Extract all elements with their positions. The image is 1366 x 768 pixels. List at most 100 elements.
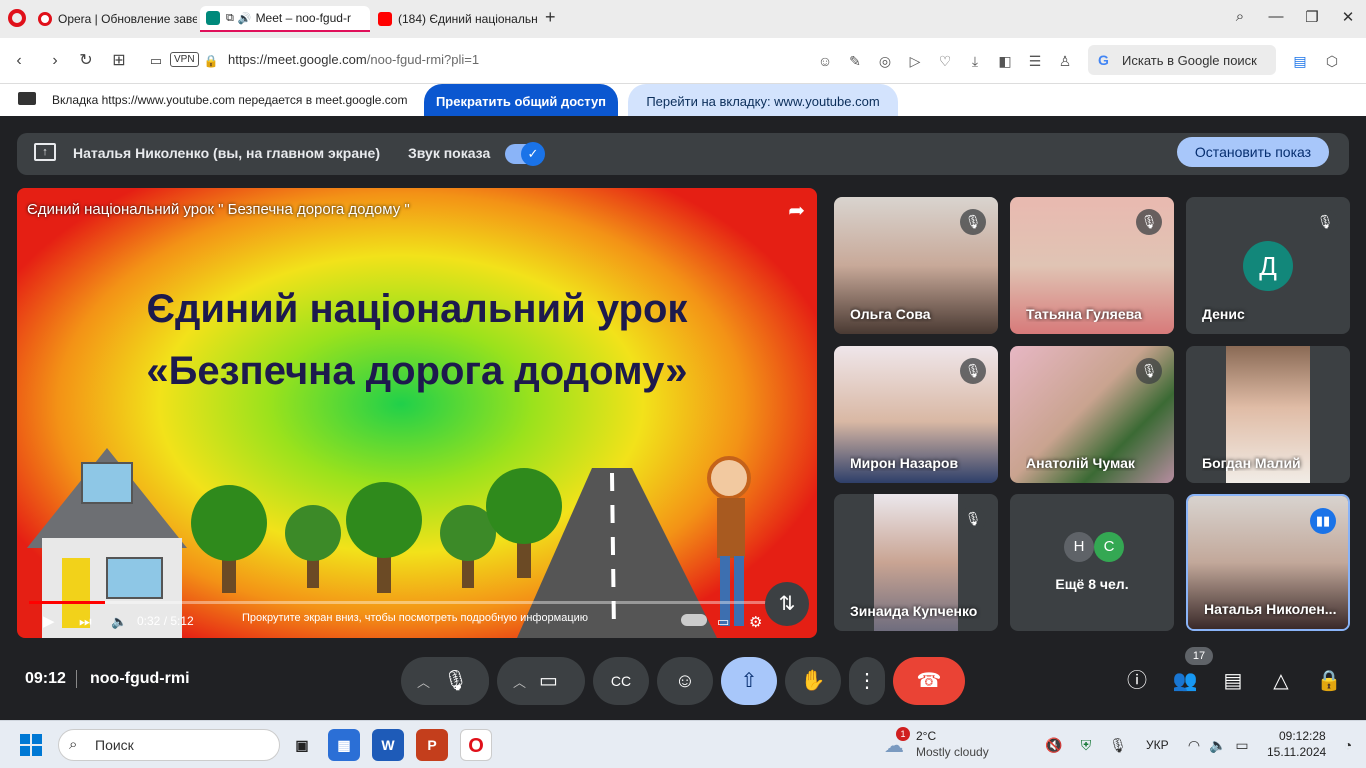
play-icon[interactable]: ▶ — [43, 612, 55, 630]
forward-button[interactable]: › — [44, 50, 66, 72]
next-video-icon[interactable]: ⏭ — [79, 613, 92, 630]
chat-icon[interactable]: ▤ — [1218, 666, 1248, 696]
snapshot-icon[interactable]: ◎ — [875, 51, 895, 71]
powerpoint-icon[interactable]: P — [416, 729, 448, 761]
participant-name: Татьяна Гуляева — [1026, 306, 1142, 322]
more-options-button[interactable]: ⋮ — [849, 657, 885, 705]
defender-icon[interactable]: ⛨ — [1076, 735, 1096, 755]
url-field[interactable]: https://meet.google.com/noo-fgud-rmi?pli… — [228, 52, 479, 67]
search-tabs-icon[interactable]: ⌕ — [1228, 8, 1252, 28]
meet-favicon-icon — [206, 11, 220, 25]
system-date[interactable]: 15.11.2024 — [1267, 745, 1326, 759]
participant-tile[interactable]: 🎙 Анатолій Чумак — [1010, 346, 1174, 483]
participant-tile[interactable]: 🎙 Мирон Назаров — [834, 346, 998, 483]
participant-tile[interactable]: 🎙 Ольга Сова — [834, 197, 998, 334]
volume-tray-icon[interactable]: 🔈 — [1208, 735, 1228, 755]
video-options-button[interactable]: ︿ ▭ — [497, 657, 585, 705]
sidebar-panel-icon[interactable]: ▤ — [1290, 51, 1310, 71]
maximize-button[interactable]: ❐ — [1300, 8, 1324, 28]
video-progress-bar[interactable] — [29, 601, 789, 604]
system-time[interactable]: 09:12:28 — [1279, 729, 1326, 743]
participant-tile[interactable]: 🎙 Зинаида Купченко — [834, 494, 998, 631]
raise-hand-button[interactable]: ✋ — [785, 657, 841, 705]
settings-icon[interactable]: ⚙ — [749, 613, 762, 631]
task-view-icon[interactable]: ▣ — [286, 729, 318, 761]
battery-saver-icon[interactable]: ◧ — [995, 51, 1015, 71]
tab-label: Opera | Обновление заве — [58, 12, 197, 26]
vpn-badge[interactable]: VPN — [170, 52, 199, 67]
autoplay-toggle-icon[interactable] — [681, 614, 707, 626]
profile-icon[interactable]: ♙ — [1055, 51, 1075, 71]
word-icon[interactable]: W — [372, 729, 404, 761]
meeting-info-icon[interactable]: ⓘ — [1122, 666, 1152, 696]
presentation-bar: ↑ Наталья Николенко (вы, на главном экра… — [17, 133, 1349, 175]
opera-taskbar-icon[interactable]: O — [460, 729, 492, 761]
microphone-tray-icon[interactable]: 🎙 — [1108, 735, 1128, 755]
store-icon[interactable]: ▦ — [328, 729, 360, 761]
taskbar-search[interactable]: ⌕ Поиск — [58, 729, 280, 761]
minimize-button[interactable]: — — [1264, 8, 1288, 28]
screen-share-icon — [18, 92, 36, 105]
volume-icon[interactable]: 🔈 — [111, 614, 127, 630]
captions-button[interactable]: CC — [593, 657, 649, 705]
back-button[interactable]: ‹ — [8, 50, 30, 72]
present-screen-icon: ↑ — [34, 143, 56, 161]
google-search-field[interactable]: G Искать в Google поиск — [1088, 45, 1276, 75]
opera-menu-icon[interactable] — [8, 9, 26, 27]
sharing-status-text: Вкладка https://www.youtube.com передает… — [52, 93, 408, 107]
people-icon[interactable]: 👥 — [1170, 666, 1200, 696]
stop-sharing-button[interactable]: Прекратить общий доступ — [424, 84, 618, 118]
participant-avatar: С — [1094, 532, 1124, 562]
heart-icon[interactable]: ♡ — [935, 51, 955, 71]
reload-button[interactable]: ↻ — [75, 50, 97, 72]
wifi-icon[interactable]: ◠ — [1184, 735, 1204, 755]
participant-avatar: Н — [1064, 532, 1094, 562]
microphone-icon[interactable]: 🎙 — [443, 657, 489, 705]
speaking-indicator-icon: ▮▮ — [1310, 508, 1336, 534]
send-icon[interactable]: ▷ — [905, 51, 925, 71]
camera-toggle-icon[interactable]: ▭ — [539, 657, 585, 705]
headline-line-1: Єдиний національний урок — [146, 287, 688, 331]
subtitles-icon[interactable]: ▭ — [717, 614, 729, 630]
tab-opera-update[interactable]: Opera | Обновление заве — [32, 6, 197, 32]
audio-options-button[interactable]: ︿ 🎙 — [401, 657, 489, 705]
headline-line-2: «Безпечна дорога додому» — [146, 349, 688, 393]
keyboard-language[interactable]: УКР — [1146, 738, 1169, 752]
camera-icon[interactable]: ▭ — [145, 50, 167, 72]
new-tab-button[interactable]: + — [545, 7, 556, 28]
lock-icon[interactable]: 🔒 — [200, 50, 222, 72]
leave-call-button[interactable]: ☎ — [893, 657, 965, 705]
emoji-icon[interactable]: ☺ — [815, 51, 835, 71]
edit-icon[interactable]: ✎ — [845, 51, 865, 71]
present-button[interactable]: ⇧ — [721, 657, 777, 705]
shared-youtube-video[interactable]: Єдиний національний урок " Безпечна доро… — [17, 188, 817, 638]
participant-tile-self[interactable]: ▮▮ Наталья Николен... — [1186, 494, 1350, 631]
easy-setup-icon[interactable]: ☰ — [1025, 51, 1045, 71]
host-controls-icon[interactable]: 🔒 — [1314, 666, 1344, 696]
participant-tile[interactable]: 🎙 Татьяна Гуляева — [1010, 197, 1174, 334]
share-arrow-icon[interactable]: ➦ — [788, 198, 805, 223]
windows-start-icon[interactable] — [20, 734, 42, 756]
tab-meet[interactable]: ⧉ 🔊 Meet – noo-fgud-r — [200, 6, 370, 32]
participant-tile[interactable]: Богдан Малий — [1186, 346, 1350, 483]
presentation-sound-toggle[interactable]: ✓ — [505, 142, 545, 166]
tab-label: (184) Єдиний національн — [398, 12, 537, 26]
download-icon[interactable]: ⤓ — [965, 51, 985, 71]
activities-icon[interactable]: △ — [1266, 666, 1296, 696]
participant-tile[interactable]: Д 🎙 Денис — [1186, 197, 1350, 334]
video-illustration — [27, 448, 751, 638]
more-participants-tile[interactable]: Н С Ещё 8 чел. — [1010, 494, 1174, 631]
switch-to-tab-button[interactable]: Перейти на вкладку: www.youtube.com — [628, 84, 898, 118]
battery-icon[interactable]: ▭ — [1232, 735, 1252, 755]
tab-youtube[interactable]: (184) Єдиний національн — [372, 6, 537, 32]
close-window-button[interactable]: ✕ — [1336, 8, 1360, 28]
notifications-icon[interactable]: ◔ — [1338, 735, 1358, 755]
extensions-icon[interactable]: ⬡ — [1322, 51, 1342, 71]
participant-name: Наталья Николен... — [1204, 601, 1337, 617]
swap-layout-button[interactable]: ⇅ — [765, 582, 809, 626]
speed-dial-icon[interactable]: ⊞ — [108, 50, 130, 72]
speaker-muted-icon[interactable]: 🔇 — [1044, 735, 1064, 755]
reactions-button[interactable]: ☺ — [657, 657, 713, 705]
windows-taskbar: ⌕ Поиск ▣ ▦ W P O ☁ 1 2°C Mostly cloudy … — [0, 720, 1366, 768]
stop-presenting-button[interactable]: Остановить показ — [1177, 137, 1329, 167]
